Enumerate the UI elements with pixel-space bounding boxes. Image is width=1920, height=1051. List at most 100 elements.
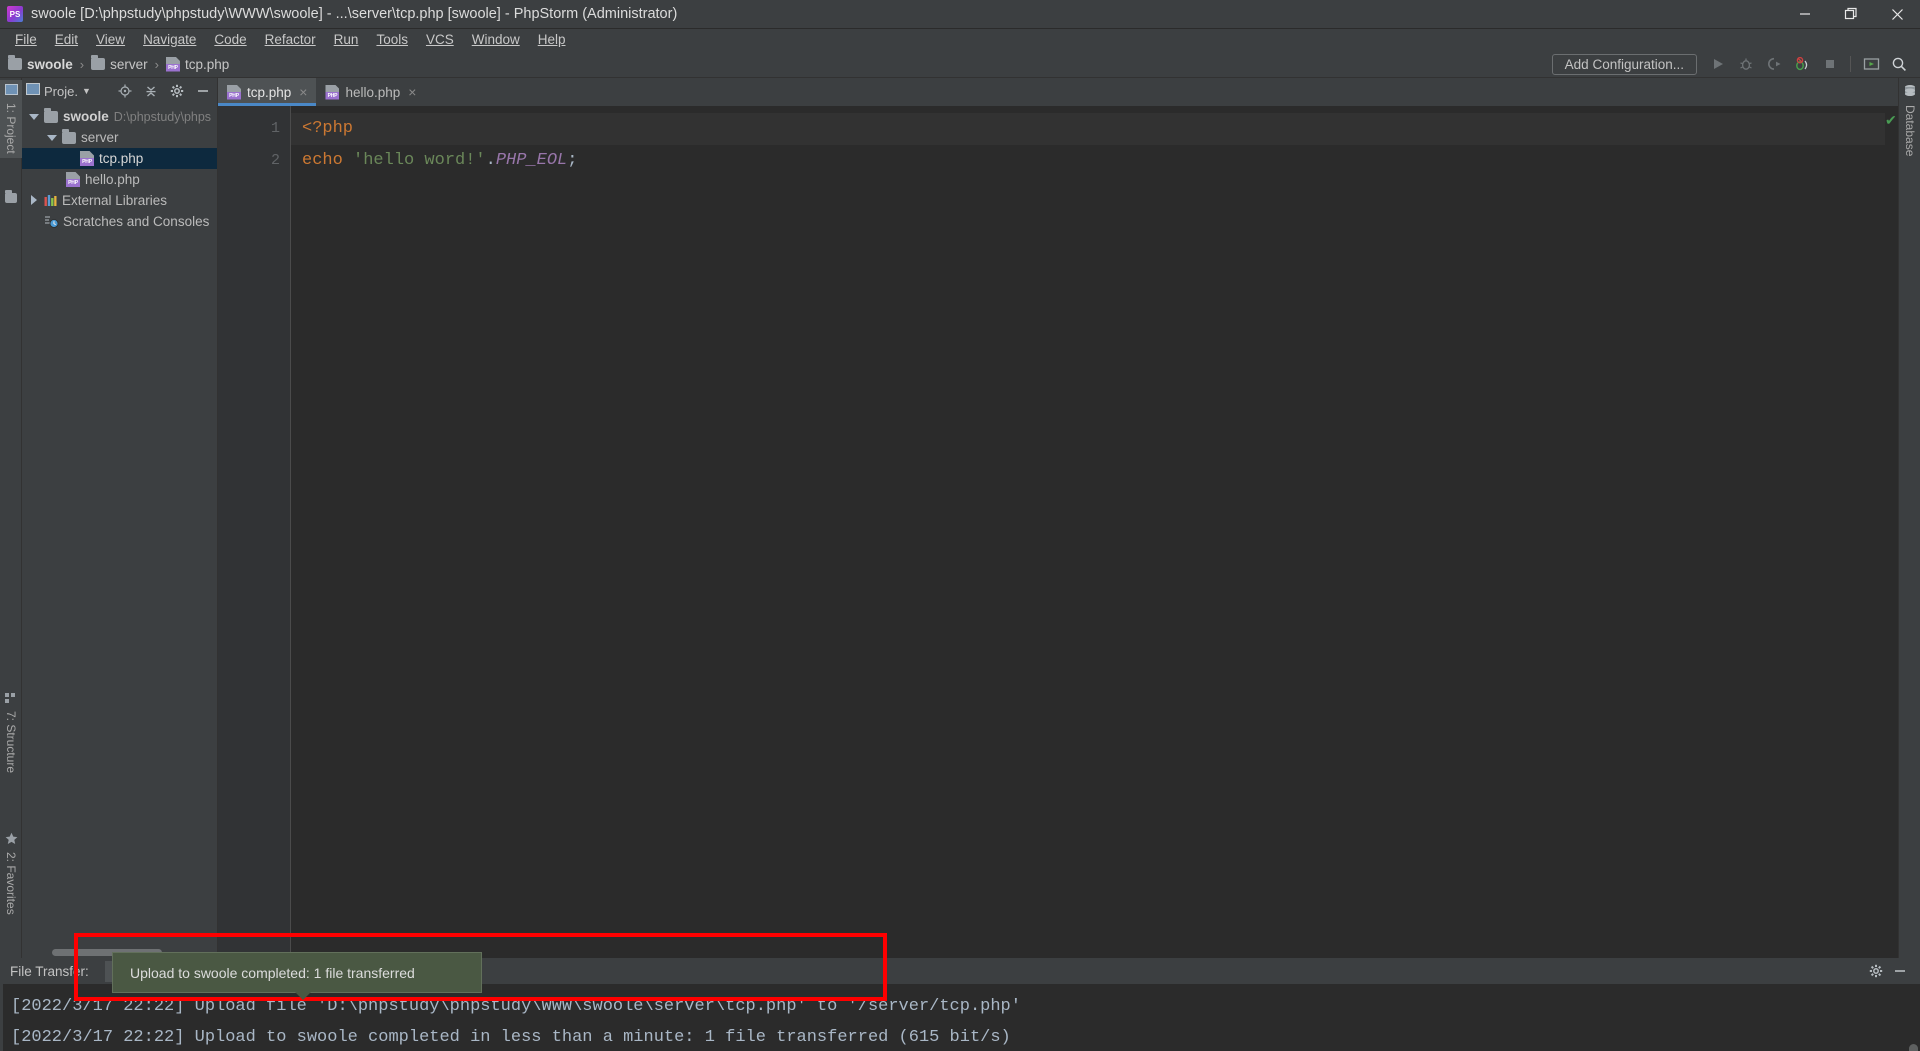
tree-node-swoole[interactable]: swoole D:\phpstudy\phps	[22, 106, 217, 127]
menu-file[interactable]: File	[6, 29, 46, 51]
menu-tools-label: Tools	[376, 32, 408, 47]
tab-tcp-php-label: tcp.php	[247, 84, 292, 100]
breadcrumb-server[interactable]: server	[91, 55, 148, 72]
php-file-icon	[325, 84, 340, 100]
chevron-right-icon[interactable]	[28, 195, 39, 206]
menu-help-label: Help	[537, 32, 566, 47]
gear-icon[interactable]	[1866, 961, 1886, 981]
file-transfer-label: File Transfer:	[10, 963, 89, 979]
tree-node-external-libraries[interactable]: External Libraries	[22, 190, 217, 211]
menu-edit[interactable]: Edit	[46, 29, 87, 51]
menu-view[interactable]: View	[87, 29, 134, 51]
chevron-down-icon[interactable]	[28, 111, 39, 122]
tree-node-hello-php[interactable]: hello.php	[22, 169, 217, 190]
maximize-icon[interactable]	[1828, 0, 1874, 29]
menu-navigate-label: Navigate	[143, 32, 197, 47]
sidebar-item-project[interactable]: 1: Project	[0, 80, 22, 158]
code-token-php-eol: PHP_EOL	[495, 151, 568, 170]
stop-icon[interactable]	[1817, 53, 1843, 75]
project-panel-header: Proje. ▼	[22, 78, 217, 104]
menu-run[interactable]: Run	[325, 29, 368, 51]
editor-code[interactable]: <?php echo 'hello word!'.PHP_EOL;	[290, 106, 1885, 958]
menu-navigate[interactable]: Navigate	[134, 29, 205, 51]
tab-hello-php[interactable]: hello.php ×	[316, 78, 426, 106]
hide-panel-icon[interactable]	[1890, 961, 1910, 981]
hide-panel-icon[interactable]	[193, 81, 213, 101]
file-transfer-console[interactable]: [2022/3/17 22:22] Upload file 'D:\phpstu…	[0, 984, 1920, 1051]
menu-tools[interactable]: Tools	[367, 29, 417, 51]
code-token-string: 'hello word!'	[353, 151, 486, 170]
search-icon[interactable]	[1886, 53, 1912, 75]
code-token-php-open: <?php	[302, 119, 354, 138]
run-with-coverage-icon[interactable]	[1761, 53, 1787, 75]
breadcrumb-separator-2: ›	[154, 56, 159, 72]
php-file-icon	[80, 151, 94, 166]
tree-node-swoole-path: D:\phpstudy\phps	[113, 109, 212, 124]
console-vertical-scrollbar[interactable]	[1909, 1044, 1918, 1051]
folder-icon	[44, 107, 58, 123]
notification-message: Upload to swoole completed: 1 file trans…	[130, 964, 415, 981]
code-token-semicolon: ;	[567, 151, 578, 170]
chevron-down-icon[interactable]	[46, 132, 57, 143]
chevron-down-icon: ▼	[81, 86, 91, 96]
project-window-icon	[26, 83, 40, 99]
tree-node-server-label: server	[81, 130, 119, 145]
breadcrumb-server-label: server	[110, 56, 148, 72]
code-token-concat: .	[485, 151, 496, 170]
breadcrumb-tcp-php[interactable]: tcp.php	[165, 56, 229, 72]
folder-icon	[8, 55, 22, 70]
tab-tcp-php[interactable]: tcp.php ×	[218, 78, 317, 106]
inspection-ok-icon[interactable]: ✔	[1885, 112, 1897, 129]
editor-marker-bar[interactable]: ✔	[1885, 106, 1898, 958]
menu-help[interactable]: Help	[529, 29, 575, 51]
project-tool-window: Proje. ▼ swoole D:\phpstudy\phps server …	[22, 78, 217, 958]
main-content: 1: Project 7: Structure 2: Favorites Pro…	[0, 78, 1920, 958]
sidebar-item-favorites[interactable]: 2: Favorites	[0, 828, 22, 919]
menu-vcs-label: VCS	[425, 32, 454, 47]
menu-refactor[interactable]: Refactor	[256, 29, 325, 51]
line-number: 2	[270, 152, 280, 169]
close-icon[interactable]	[1874, 0, 1920, 29]
php-file-icon	[165, 56, 180, 72]
project-icon	[4, 84, 18, 99]
locate-icon[interactable]	[115, 81, 135, 101]
sidebar-item-database[interactable]: Database	[1899, 80, 1920, 160]
open-console-icon[interactable]	[1858, 53, 1884, 75]
menu-code-label: Code	[214, 32, 247, 47]
minimize-icon[interactable]	[1782, 0, 1828, 29]
add-configuration-button[interactable]: Add Configuration...	[1551, 53, 1697, 75]
window-controls	[1782, 0, 1920, 29]
notification-balloon[interactable]: Upload to swoole completed: 1 file trans…	[112, 952, 482, 1000]
sidebar-item-structure[interactable]: 7: Structure	[0, 688, 22, 777]
menu-file-label: File	[15, 32, 37, 47]
menu-code[interactable]: Code	[205, 29, 255, 51]
folder-icon	[91, 55, 106, 70]
sidebar-item-database-label: Database	[1903, 105, 1917, 157]
tree-node-scratches[interactable]: Scratches and Consoles	[22, 211, 217, 232]
breadcrumb-swoole[interactable]: swoole	[8, 55, 73, 72]
menu-vcs[interactable]: VCS	[417, 29, 463, 51]
project-panel-title: Proje.	[44, 83, 78, 99]
console-line: [2022/3/17 22:22] Upload to swoole compl…	[11, 1028, 1011, 1047]
tree-node-server[interactable]: server	[22, 127, 217, 148]
tree-node-swoole-label: swoole	[63, 109, 109, 124]
menu-window[interactable]: Window	[463, 29, 529, 51]
php-file-icon	[227, 84, 241, 100]
file-transfer-header-actions	[1866, 961, 1920, 981]
tree-node-tcp-php[interactable]: tcp.php	[22, 148, 217, 169]
tab-close-icon[interactable]: ×	[299, 85, 307, 99]
tab-close-icon[interactable]: ×	[408, 85, 416, 99]
gear-icon[interactable]	[167, 81, 187, 101]
run-icon[interactable]	[1705, 53, 1731, 75]
main-toolbar-actions: Add Configuration...	[1551, 53, 1920, 75]
navigation-bar: swoole › server › tcp.php Add Configurat…	[0, 51, 1920, 78]
project-strip-folder-icon[interactable]	[0, 188, 22, 210]
project-panel-title-group[interactable]: Proje. ▼	[26, 83, 91, 99]
profiler-icon[interactable]	[1789, 53, 1815, 75]
sidebar-item-project-label: 1: Project	[4, 103, 18, 154]
debug-icon[interactable]	[1733, 53, 1759, 75]
line-number: 1	[270, 120, 280, 137]
folder-icon	[62, 128, 76, 144]
menu-edit-label: Edit	[54, 32, 79, 47]
collapse-all-icon[interactable]	[141, 81, 161, 101]
